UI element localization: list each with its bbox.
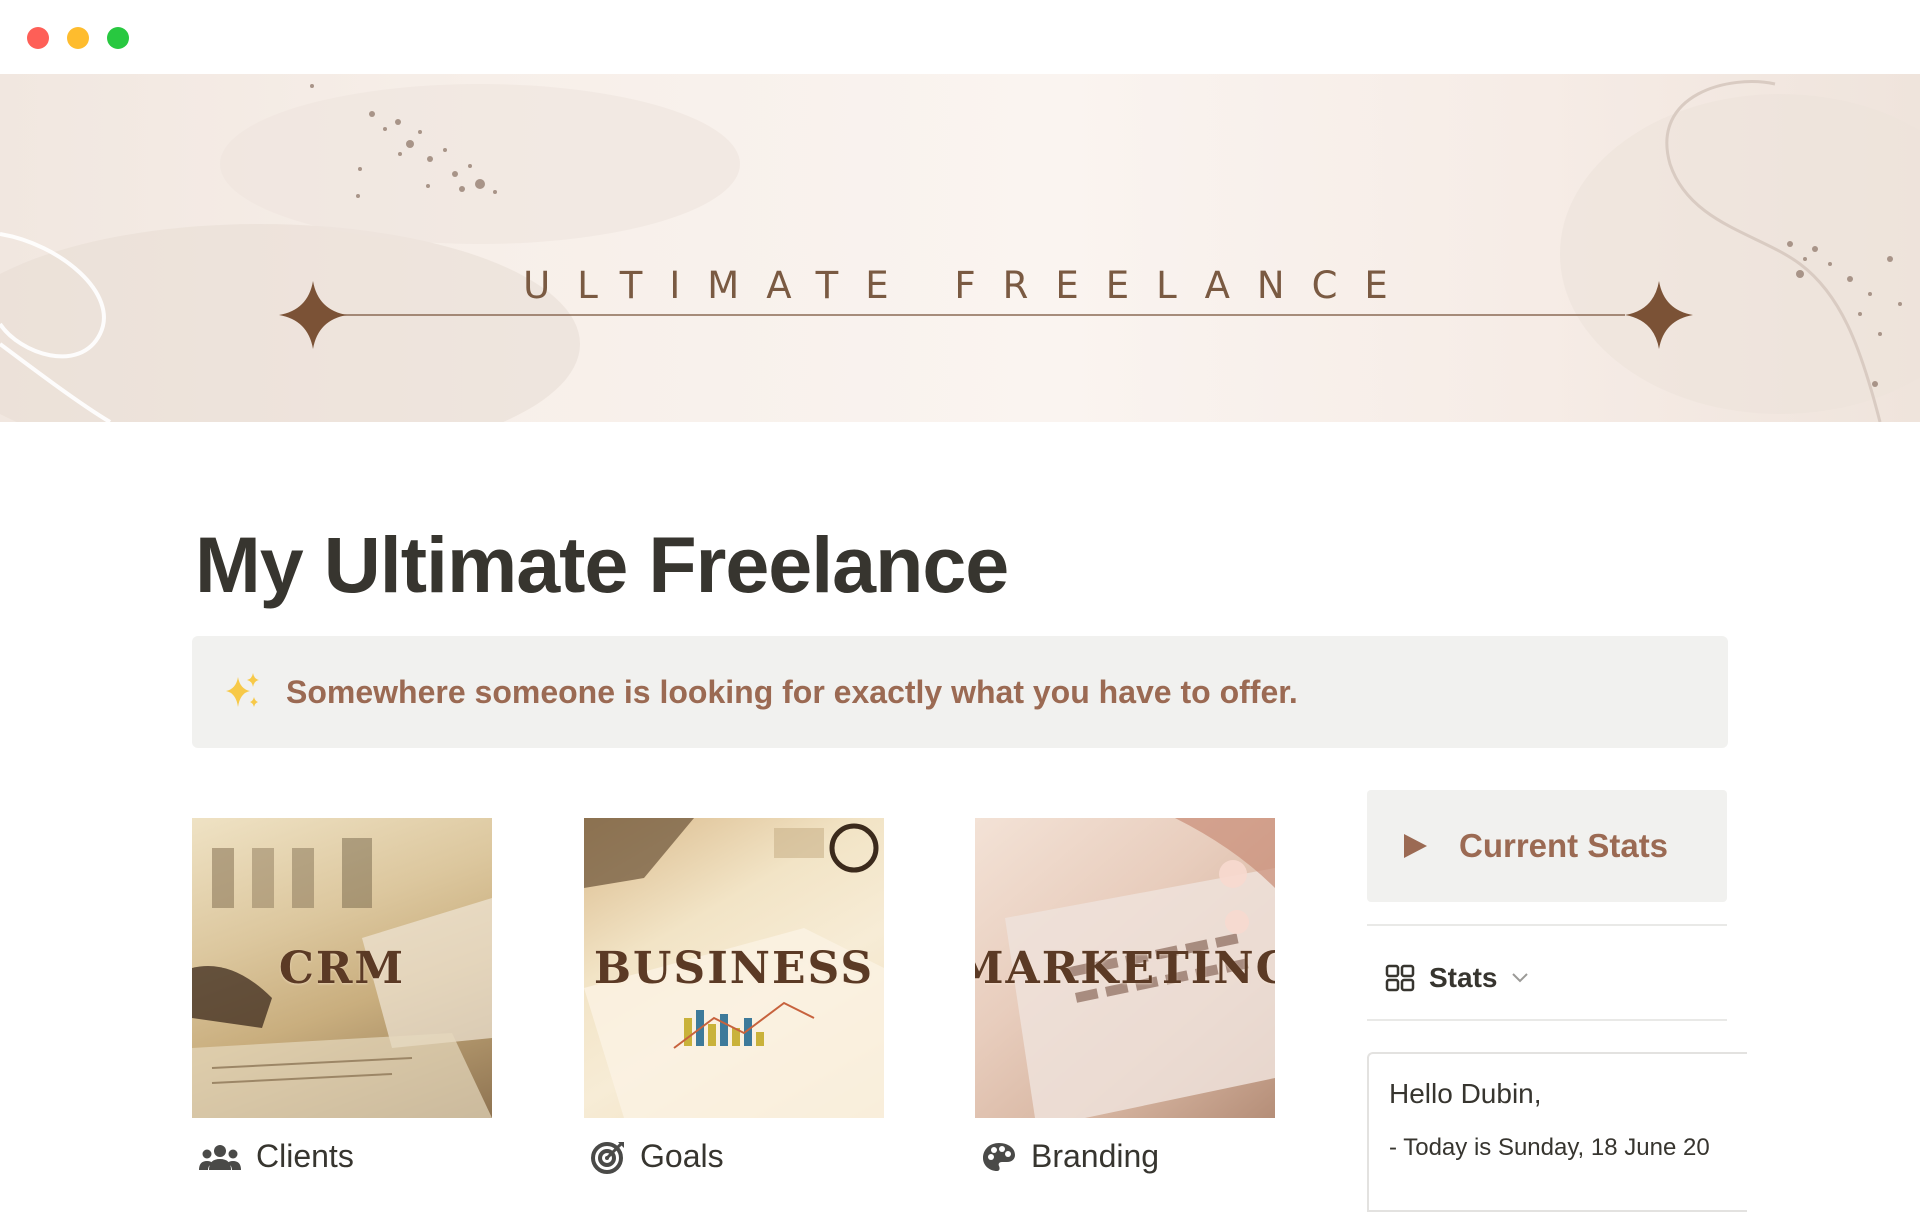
minimize-window-button[interactable]: [67, 27, 89, 49]
target-icon: [591, 1141, 624, 1174]
callout-text: Somewhere someone is looking for exactly…: [286, 673, 1298, 710]
crm-cover-image[interactable]: CRM: [192, 818, 492, 1118]
sparkles-icon: [226, 673, 259, 707]
divider: [1367, 1019, 1727, 1021]
card-clients[interactable]: CRM Clients: [192, 818, 492, 1174]
cover-artwork: [0, 80, 1920, 422]
toggle-label: Current Stats: [1459, 827, 1669, 864]
card-caption-label: Clients: [256, 1138, 354, 1174]
card-caption[interactable]: Clients: [198, 1138, 354, 1175]
page-cover[interactable]: ULTIMATE FREELANCE: [0, 74, 1920, 422]
card-branding[interactable]: MARKETING Branding: [975, 818, 1275, 1174]
marketing-image-label: MARKETING: [975, 942, 1275, 994]
card-caption-label: Goals: [640, 1138, 724, 1174]
stats-view-tab[interactable]: Stats: [1385, 962, 1529, 994]
cover-title: ULTIMATE FREELANCE: [523, 264, 1415, 307]
people-icon: [199, 1144, 241, 1170]
current-stats-toggle[interactable]: Current Stats: [1367, 790, 1727, 902]
stat-date-line: - Today is Sunday, 18 June 20: [1389, 1134, 1710, 1161]
page-title[interactable]: My Ultimate Freelance: [195, 520, 1009, 610]
card-caption-label: Branding: [1031, 1138, 1160, 1174]
stat-greeting: Hello Dubin,: [1389, 1078, 1542, 1109]
business-cover-image[interactable]: BUSINESS: [584, 818, 884, 1118]
quote-callout[interactable]: Somewhere someone is looking for exactly…: [192, 636, 1728, 748]
stats-gallery-card[interactable]: Hello Dubin, - Today is Sunday, 18 June …: [1367, 1052, 1747, 1212]
crm-image-label: CRM: [278, 942, 406, 994]
gallery-icon: [1385, 964, 1415, 992]
toggle-triangle-icon[interactable]: [1401, 832, 1429, 860]
card-goals[interactable]: BUSINESS Goals: [584, 818, 884, 1174]
card-caption[interactable]: Branding: [981, 1138, 1159, 1175]
business-image-label: BUSINESS: [593, 942, 875, 994]
chevron-down-icon[interactable]: [1511, 972, 1529, 984]
palette-icon: [983, 1142, 1015, 1171]
window-titlebar: [0, 0, 1920, 74]
card-caption[interactable]: Goals: [590, 1138, 724, 1175]
marketing-cover-image[interactable]: MARKETING: [975, 818, 1275, 1118]
close-window-button[interactable]: [27, 27, 49, 49]
view-tab-label: Stats: [1429, 962, 1498, 993]
divider: [1367, 924, 1727, 926]
maximize-window-button[interactable]: [107, 27, 129, 49]
